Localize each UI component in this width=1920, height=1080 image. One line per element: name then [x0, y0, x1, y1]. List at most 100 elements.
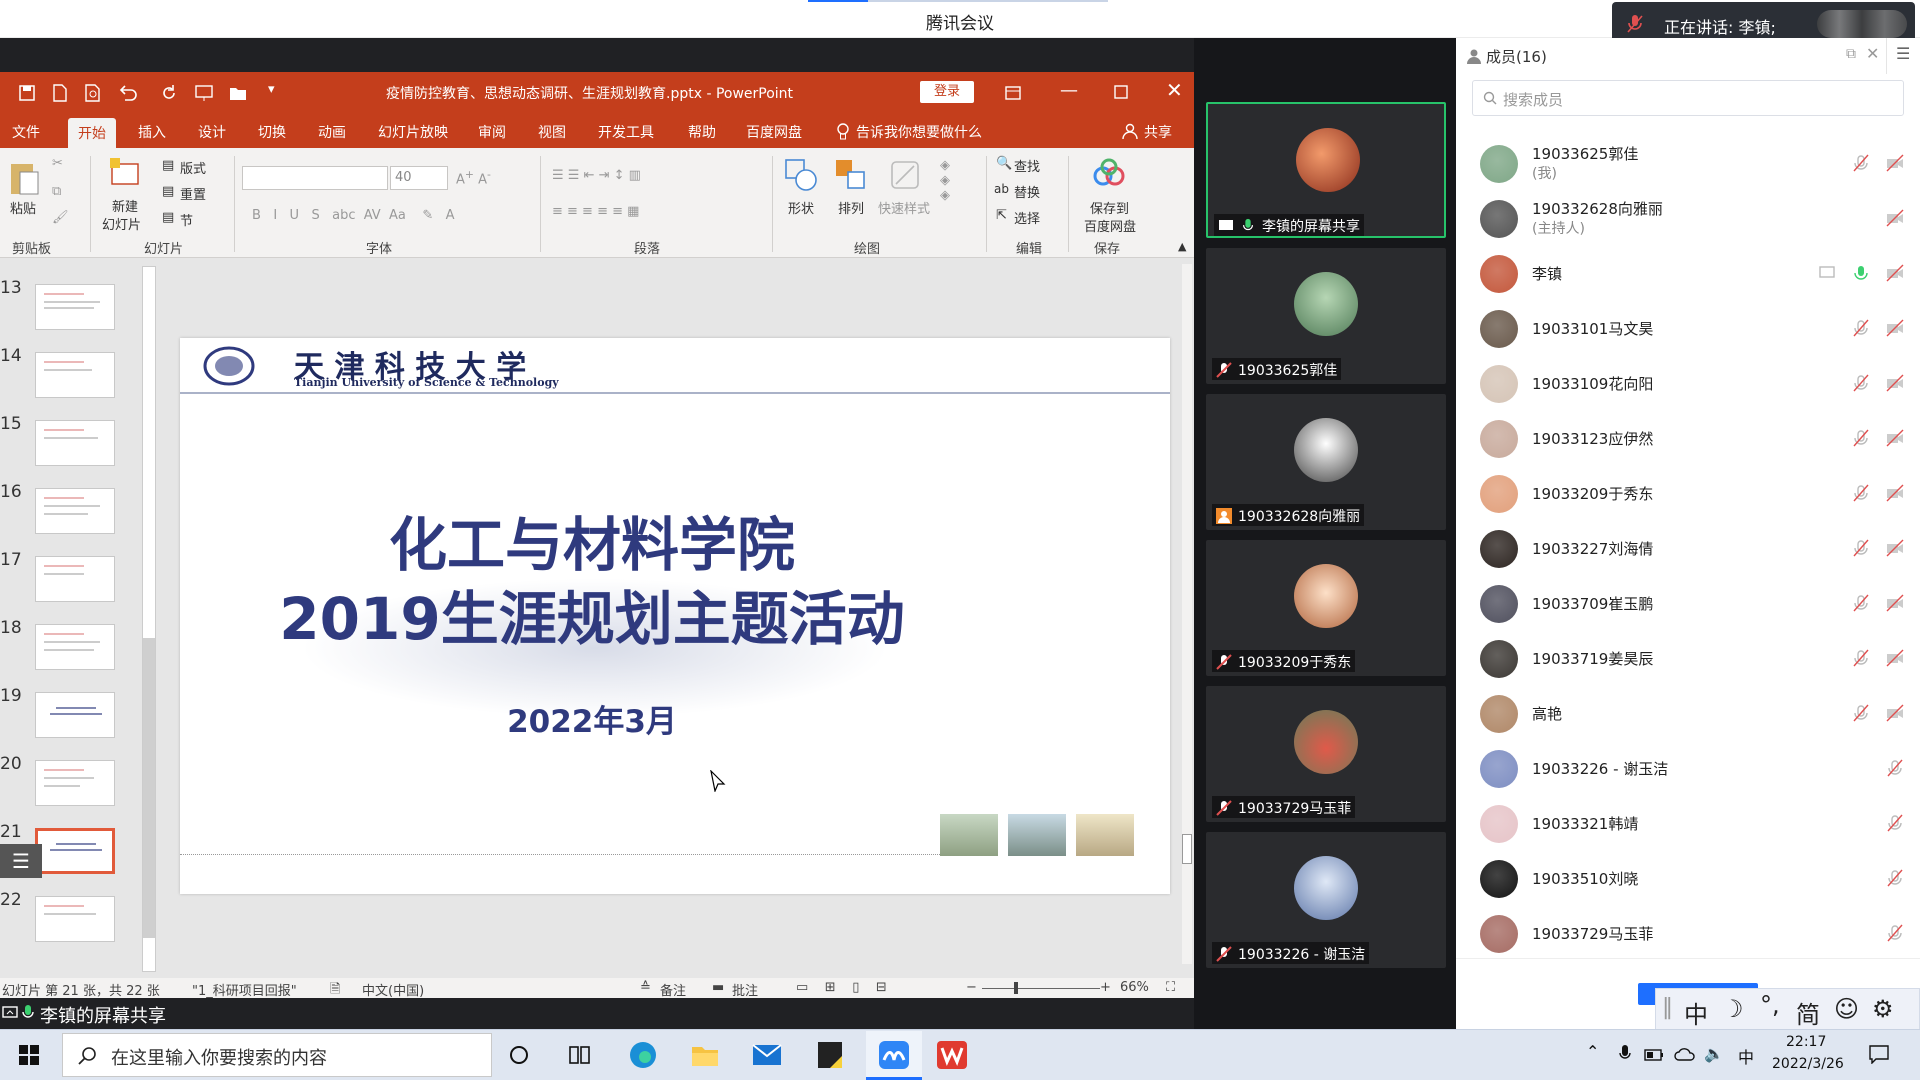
camera-off-icon[interactable]: [1886, 264, 1904, 282]
camera-off-icon[interactable]: [1886, 539, 1904, 557]
screen-share-icon[interactable]: [1818, 264, 1836, 282]
mic-muted-icon[interactable]: [1886, 814, 1904, 832]
taskbar-search[interactable]: 在这里输入你要搜索的内容: [62, 1033, 492, 1077]
find-button[interactable]: 查找: [1014, 156, 1040, 175]
panel-menu-icon[interactable]: ☰: [1896, 44, 1910, 63]
share-button[interactable]: 共享: [1144, 122, 1172, 142]
slide-thumb[interactable]: [35, 284, 115, 330]
camera-off-icon[interactable]: [1886, 594, 1904, 612]
camera-off-icon[interactable]: [1886, 374, 1904, 392]
grow-font-icon[interactable]: A+ A-: [456, 168, 491, 187]
paste-icon[interactable]: [8, 158, 40, 198]
cortana-icon[interactable]: [508, 1044, 530, 1066]
tab-developer[interactable]: 开发工具: [598, 122, 654, 142]
tab-animations[interactable]: 动画: [318, 122, 346, 142]
new-file-icon[interactable]: [52, 84, 68, 102]
thumbnails-scroll-thumb[interactable]: [143, 638, 155, 938]
member-row[interactable]: 19033123应伊然: [1456, 411, 1920, 466]
tab-view[interactable]: 视图: [538, 122, 566, 142]
list-menu-icon[interactable]: ☰: [0, 844, 42, 878]
format-painter-icon[interactable]: 🖌: [52, 210, 69, 225]
mic-muted-icon[interactable]: [1852, 154, 1870, 172]
mic-muted-icon[interactable]: [1852, 429, 1870, 447]
tab-baidu-netdisk[interactable]: 百度网盘: [746, 122, 802, 142]
slide-thumbnails[interactable]: 13 14 15 16 17 18 19 20 21 ☰ 22: [0, 258, 160, 978]
tab-transitions[interactable]: 切换: [258, 122, 286, 142]
comments-button[interactable]: 批注: [732, 980, 758, 999]
open-folder-icon[interactable]: [228, 84, 248, 102]
undo-icon[interactable]: [118, 84, 138, 102]
slide-thumb[interactable]: [35, 488, 115, 534]
video-tile[interactable]: 190332628向雅丽: [1206, 394, 1446, 530]
member-row[interactable]: 19033101马文昊: [1456, 301, 1920, 356]
tray-overflow-icon[interactable]: ⌃: [1586, 1042, 1599, 1061]
maximize-icon[interactable]: [1114, 85, 1128, 99]
mic-muted-icon[interactable]: [1852, 539, 1870, 557]
save-icon[interactable]: [18, 84, 36, 102]
font-size-select[interactable]: 40: [390, 166, 448, 190]
find-icon[interactable]: 🔍: [996, 156, 1012, 171]
zoom-out-icon[interactable]: −: [966, 980, 977, 995]
fit-slide-icon[interactable]: ⛶: [1166, 980, 1175, 995]
slideshow-icon[interactable]: [194, 84, 214, 102]
notes-button[interactable]: 备注: [660, 980, 686, 999]
language[interactable]: 中文(中国): [362, 980, 424, 999]
camera-off-icon[interactable]: [1886, 484, 1904, 502]
tab-design[interactable]: 设计: [198, 122, 226, 142]
shapes-icon[interactable]: [784, 158, 818, 192]
view-buttons[interactable]: ▭ ⊞ ▯ ⊟: [796, 980, 887, 995]
save-to-label-2[interactable]: 百度网盘: [1084, 216, 1136, 235]
font-format-icons[interactable]: B I U S abc AV Aa ✎ A: [252, 208, 455, 223]
zoom-in-icon[interactable]: +: [1100, 980, 1111, 995]
section-icon[interactable]: ▤: [162, 210, 174, 225]
member-search[interactable]: 搜索成员: [1472, 80, 1904, 116]
mic-muted-icon[interactable]: [1852, 484, 1870, 502]
member-row[interactable]: 李镇: [1456, 246, 1920, 301]
volume-icon[interactable]: 🔈: [1704, 1044, 1724, 1063]
mic-muted-icon[interactable]: [1852, 594, 1870, 612]
camera-off-icon[interactable]: [1886, 704, 1904, 722]
camera-off-icon[interactable]: [1886, 209, 1904, 227]
close-icon[interactable]: ✕: [1166, 78, 1183, 102]
ribbon-display-icon[interactable]: [1004, 84, 1022, 102]
taskbar-date[interactable]: 2022/3/26: [1772, 1056, 1844, 1072]
fill-icons[interactable]: ◈ ◈ ◈: [940, 158, 950, 203]
windows-start-icon[interactable]: [18, 1044, 40, 1066]
redo-icon[interactable]: [160, 84, 178, 102]
tray-mic-icon[interactable]: [1618, 1044, 1632, 1064]
mic-muted-icon[interactable]: [1886, 869, 1904, 887]
member-row[interactable]: 高艳: [1456, 686, 1920, 741]
popout-icon[interactable]: ⧉: [1846, 46, 1856, 62]
arrange-icon[interactable]: [834, 158, 868, 192]
tab-slideshow[interactable]: 幻灯片放映: [378, 122, 448, 142]
slide-thumb-active[interactable]: [35, 828, 115, 874]
select-icon[interactable]: ⇱: [996, 208, 1007, 223]
camera-off-icon[interactable]: [1886, 319, 1904, 337]
taskbar-ime[interactable]: 中: [1738, 1044, 1754, 1068]
reset-button[interactable]: 重置: [180, 184, 206, 203]
tab-file[interactable]: 文件: [12, 122, 40, 142]
slide-thumb[interactable]: [35, 420, 115, 466]
print-preview-icon[interactable]: [84, 84, 102, 102]
select-button[interactable]: 选择: [1014, 208, 1040, 227]
ime-mode-chinese[interactable]: 中: [1684, 995, 1708, 1030]
zoom-slider-thumb[interactable]: [1014, 982, 1018, 994]
file-explorer-icon[interactable]: [690, 1040, 720, 1070]
list-icons[interactable]: ☰ ☰ ⇤ ⇥ ↕ ▥: [552, 168, 641, 183]
onedrive-icon[interactable]: [1674, 1046, 1696, 1062]
member-row[interactable]: 19033209于秀东: [1456, 466, 1920, 521]
mic-muted-icon[interactable]: [1852, 649, 1870, 667]
slide-scroll-thumb[interactable]: [1182, 834, 1192, 864]
slide-thumb[interactable]: [35, 352, 115, 398]
slide-thumb[interactable]: [35, 624, 115, 670]
font-name-select[interactable]: [242, 166, 388, 190]
tab-insert[interactable]: 插入: [138, 122, 166, 142]
member-row[interactable]: 19033709崔玉鹏: [1456, 576, 1920, 631]
ime-handle[interactable]: ‖: [1662, 995, 1673, 1020]
member-row[interactable]: 19033719姜昊辰: [1456, 631, 1920, 686]
member-row[interactable]: 19033226 - 谢玉洁: [1456, 741, 1920, 796]
battery-icon[interactable]: [1644, 1048, 1664, 1062]
video-tile[interactable]: 19033625郭佳: [1206, 248, 1446, 384]
minimize-icon[interactable]: —: [1060, 80, 1078, 101]
mic-muted-icon[interactable]: [1852, 319, 1870, 337]
